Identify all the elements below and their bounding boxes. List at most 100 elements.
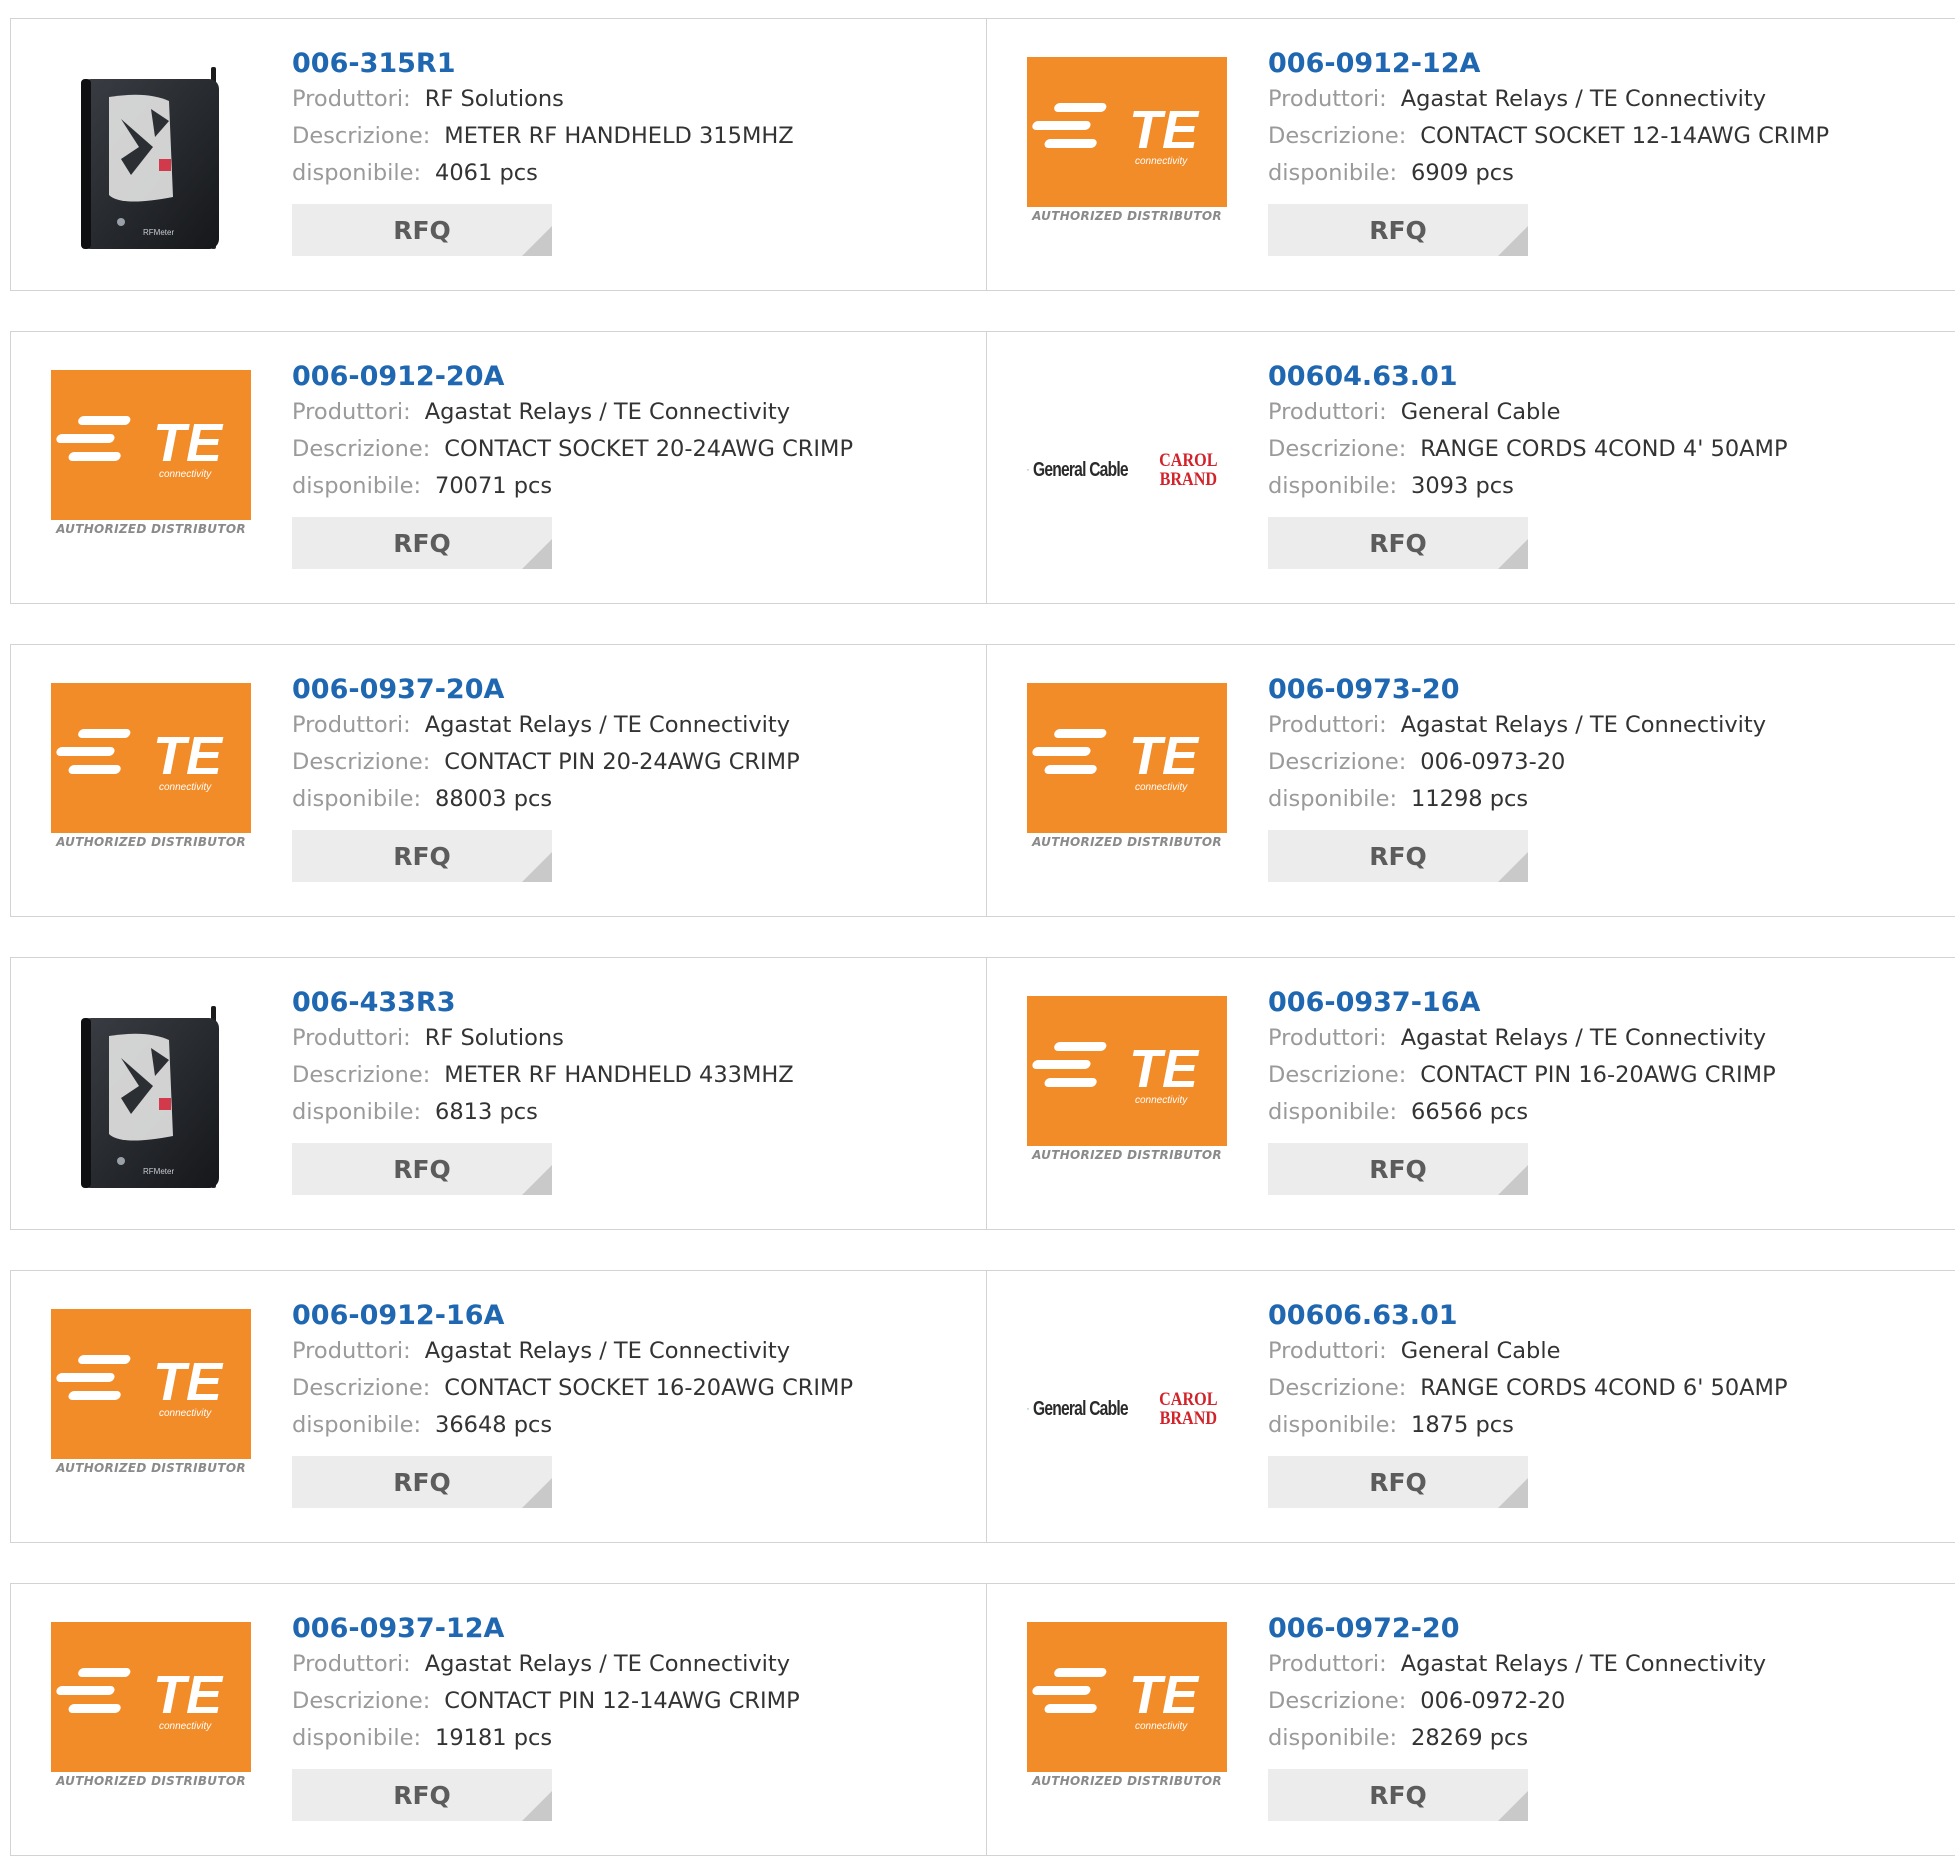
rfq-button[interactable]: RFQ: [292, 1143, 552, 1195]
rfq-label: RFQ: [393, 1154, 451, 1184]
product-info: 006-0937-16A Produttori: Agastat Relays /…: [1268, 986, 1776, 1195]
availability-value: 1875 pcs: [1411, 1412, 1514, 1438]
shield-icon: [1027, 1408, 1029, 1410]
rfq-button[interactable]: RFQ: [292, 830, 552, 882]
availability-value: 4061 pcs: [435, 160, 538, 186]
svg-text:TE: TE: [1129, 1665, 1200, 1725]
te-connectivity-logo: TE connectivity AUTHORIZED DISTRIBUTOR: [51, 370, 251, 570]
description-row: Descrizione: RANGE CORDS 4COND 4' 50AMP: [1268, 431, 1788, 468]
part-number-link[interactable]: 006-315R1: [292, 47, 794, 81]
manufacturer-value[interactable]: Agastat Relays / TE Connectivity: [1401, 1025, 1766, 1051]
manufacturer-value[interactable]: RF Solutions: [425, 86, 564, 112]
svg-text:TE: TE: [153, 413, 224, 473]
availability-row: disponibile: 36648 pcs: [292, 1407, 853, 1444]
product-image[interactable]: TE connectivity AUTHORIZED DISTRIBUTOR: [1027, 1622, 1227, 1822]
rfq-button[interactable]: RFQ: [1268, 517, 1528, 569]
manufacturer-value[interactable]: Agastat Relays / TE Connectivity: [1401, 86, 1766, 112]
availability-value: 88003 pcs: [435, 786, 553, 812]
availability-row: disponibile: 3093 pcs: [1268, 468, 1788, 505]
manufacturer-value[interactable]: Agastat Relays / TE Connectivity: [425, 712, 790, 738]
manufacturer-value[interactable]: General Cable: [1401, 399, 1561, 425]
corner-triangle-icon: [1498, 1478, 1528, 1508]
rfq-button[interactable]: RFQ: [292, 517, 552, 569]
rfq-button[interactable]: RFQ: [1268, 830, 1528, 882]
product-image[interactable]: TE connectivity AUTHORIZED DISTRIBUTOR: [1027, 57, 1227, 257]
availability-label: disponibile:: [1268, 473, 1398, 499]
manufacturer-value[interactable]: General Cable: [1401, 1338, 1561, 1364]
product-image[interactable]: TE connectivity AUTHORIZED DISTRIBUTOR: [51, 370, 251, 570]
part-number-link[interactable]: 006-0912-12A: [1268, 47, 1829, 81]
manufacturer-value[interactable]: RF Solutions: [425, 1025, 564, 1051]
rfq-button[interactable]: RFQ: [1268, 1143, 1528, 1195]
svg-text:connectivity: connectivity: [159, 469, 212, 480]
part-number-link[interactable]: 006-0912-20A: [292, 360, 853, 394]
product-card: TE connectivity AUTHORIZED DISTRIBUTOR 0…: [987, 957, 1955, 1230]
product-info: 006-433R3 Produttori: RF Solutions Descri…: [292, 986, 794, 1195]
description-label: Descrizione:: [292, 436, 431, 462]
svg-text:TE: TE: [153, 1665, 224, 1725]
description-value: METER RF HANDHELD 433MHZ: [444, 1062, 794, 1088]
rfq-label: RFQ: [393, 215, 451, 245]
product-image[interactable]: General Cable CAROL BRAND: [1027, 1309, 1227, 1509]
manufacturer-value[interactable]: Agastat Relays / TE Connectivity: [425, 399, 790, 425]
manufacturer-value[interactable]: Agastat Relays / TE Connectivity: [1401, 712, 1766, 738]
te-logo-box: TE connectivity: [51, 370, 251, 520]
corner-triangle-icon: [522, 226, 552, 256]
product-image[interactable]: RFMeter: [51, 57, 251, 257]
availability-label: disponibile:: [1268, 1412, 1398, 1438]
availability-value: 6813 pcs: [435, 1099, 538, 1125]
availability-label: disponibile:: [292, 1412, 422, 1438]
te-logo-box: TE connectivity: [1027, 683, 1227, 833]
manufacturer-row: Produttori: Agastat Relays / TE Connectiv…: [1268, 1020, 1776, 1057]
manufacturer-value[interactable]: Agastat Relays / TE Connectivity: [425, 1651, 790, 1677]
part-number-link[interactable]: 00604.63.01: [1268, 360, 1788, 394]
svg-text:TE: TE: [153, 726, 224, 786]
shield-icon: [1027, 469, 1029, 471]
description-value: RANGE CORDS 4COND 6' 50AMP: [1420, 1375, 1788, 1401]
part-number-link[interactable]: 00606.63.01: [1268, 1299, 1788, 1333]
te-mark-icon: TE connectivity: [1032, 1665, 1200, 1732]
product-image[interactable]: General Cable CAROL BRAND: [1027, 370, 1227, 570]
te-mark-icon: TE connectivity: [56, 1352, 224, 1419]
manufacturer-label: Produttori:: [1268, 712, 1387, 738]
description-label: Descrizione:: [1268, 1062, 1407, 1088]
description-row: Descrizione: RANGE CORDS 4COND 6' 50AMP: [1268, 1370, 1788, 1407]
product-image[interactable]: TE connectivity AUTHORIZED DISTRIBUTOR: [1027, 996, 1227, 1196]
te-connectivity-logo: TE connectivity AUTHORIZED DISTRIBUTOR: [1027, 683, 1227, 883]
rfq-button[interactable]: RFQ: [1268, 204, 1528, 256]
product-card: RFMeter 006-433R3 Produttori: RF Solution…: [10, 957, 987, 1230]
manufacturer-row: Produttori: Agastat Relays / TE Connectiv…: [292, 1333, 853, 1370]
authorized-distributor-caption: AUTHORIZED DISTRIBUTOR: [1032, 1148, 1222, 1162]
product-image[interactable]: RFMeter: [51, 996, 251, 1196]
svg-text:TE: TE: [153, 1352, 224, 1412]
product-image[interactable]: TE connectivity AUTHORIZED DISTRIBUTOR: [51, 683, 251, 883]
product-image[interactable]: TE connectivity AUTHORIZED DISTRIBUTOR: [51, 1622, 251, 1822]
rfq-button[interactable]: RFQ: [292, 1769, 552, 1821]
te-connectivity-logo: TE connectivity AUTHORIZED DISTRIBUTOR: [1027, 996, 1227, 1196]
rfq-button[interactable]: RFQ: [1268, 1769, 1528, 1821]
description-row: Descrizione: CONTACT PIN 20-24AWG CRIMP: [292, 744, 800, 781]
part-number-link[interactable]: 006-0973-20: [1268, 673, 1766, 707]
manufacturer-label: Produttori:: [1268, 1338, 1387, 1364]
description-row: Descrizione: CONTACT PIN 16-20AWG CRIMP: [1268, 1057, 1776, 1094]
corner-triangle-icon: [522, 852, 552, 882]
corner-triangle-icon: [522, 1478, 552, 1508]
part-number-link[interactable]: 006-0937-12A: [292, 1612, 800, 1646]
rfq-button[interactable]: RFQ: [1268, 1456, 1528, 1508]
availability-value: 6909 pcs: [1411, 160, 1514, 186]
manufacturer-value[interactable]: Agastat Relays / TE Connectivity: [425, 1338, 790, 1364]
part-number-link[interactable]: 006-0937-16A: [1268, 986, 1776, 1020]
part-number-link[interactable]: 006-0972-20: [1268, 1612, 1766, 1646]
rfq-button[interactable]: RFQ: [292, 204, 552, 256]
general-cable-logo: General Cable CAROL BRAND: [1027, 430, 1227, 510]
product-image[interactable]: TE connectivity AUTHORIZED DISTRIBUTOR: [51, 1309, 251, 1509]
part-number-link[interactable]: 006-433R3: [292, 986, 794, 1020]
manufacturer-row: Produttori: Agastat Relays / TE Connectiv…: [292, 707, 800, 744]
svg-text:connectivity: connectivity: [1135, 1095, 1188, 1106]
rfq-button[interactable]: RFQ: [292, 1456, 552, 1508]
manufacturer-value[interactable]: Agastat Relays / TE Connectivity: [1401, 1651, 1766, 1677]
product-image[interactable]: TE connectivity AUTHORIZED DISTRIBUTOR: [1027, 683, 1227, 883]
svg-text:RFMeter: RFMeter: [143, 1167, 174, 1176]
part-number-link[interactable]: 006-0937-20A: [292, 673, 800, 707]
part-number-link[interactable]: 006-0912-16A: [292, 1299, 853, 1333]
